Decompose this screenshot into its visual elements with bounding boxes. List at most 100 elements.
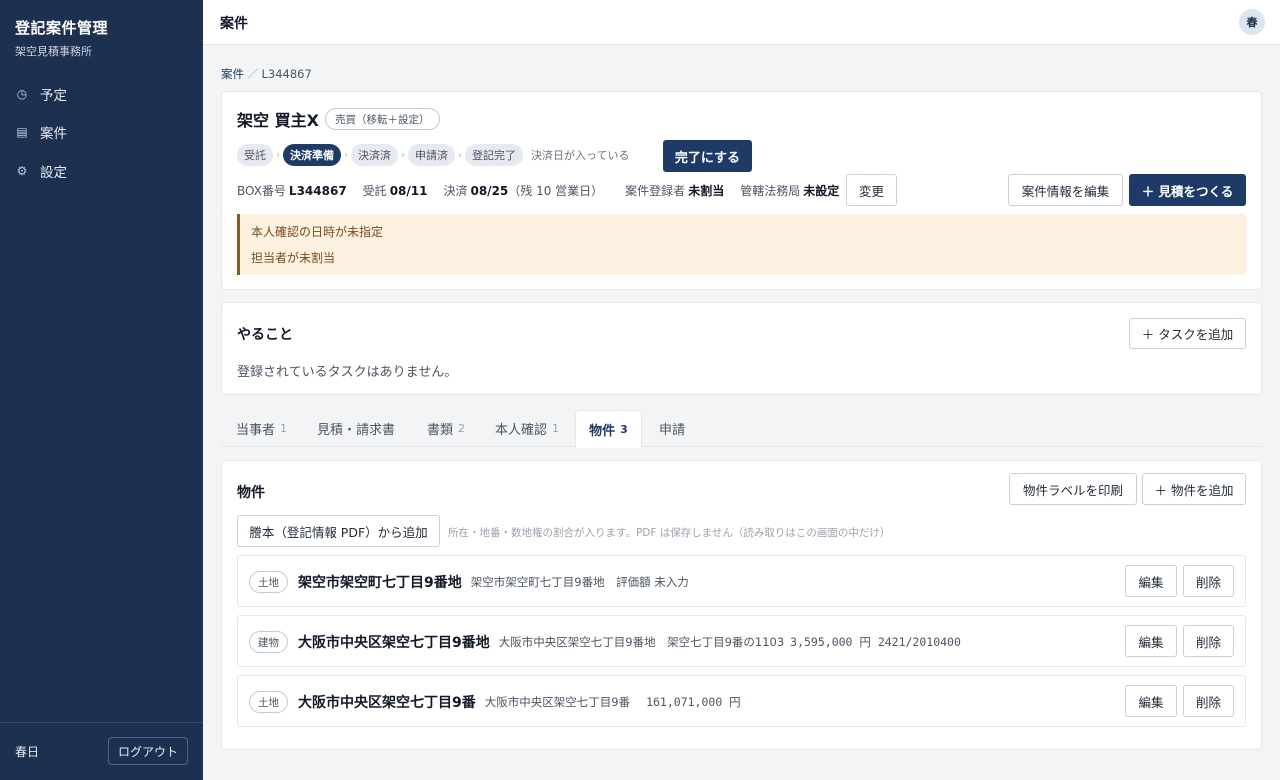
property-location: 大阪市中央区架空七丁目9番 — [298, 695, 476, 711]
edit-case-button[interactable]: 案件情報を編集 — [1008, 174, 1123, 206]
property-kind-badge: 土地 — [249, 571, 288, 593]
complete-button[interactable]: 完了にする — [663, 140, 752, 172]
add-from-pdf-button[interactable]: 謄本（登記情報 PDF）から追加 — [237, 515, 440, 547]
nav-item-settings[interactable]: ⚙ 設定 — [15, 159, 67, 183]
nav-label: 設定 — [40, 165, 67, 181]
box-value: L344867 — [288, 183, 347, 198]
tab-count: 1 — [552, 422, 560, 435]
case-header-card: 架空 買主X 売買（移転＋設定） 受託 › 決済準備 › 決済済 › 申請済 ›… — [221, 91, 1262, 290]
add-property-button[interactable]: ＋ 物件を追加 — [1142, 473, 1246, 505]
nav-item-cases[interactable]: ▤ 案件 — [15, 120, 67, 144]
tab-count: 1 — [280, 422, 288, 435]
properties-card: 物件 物件ラベルを印刷 ＋ 物件を追加 謄本（登記情報 PDF）から追加 所在・… — [221, 460, 1262, 750]
breadcrumb-current: L344867 — [261, 67, 312, 81]
step-separator-icon: › — [344, 149, 348, 161]
warning-alert: 本人確認の日時が未指定 担当者が未割当 — [237, 214, 1246, 275]
tab-count: 2 — [458, 422, 466, 435]
property-row: 土地 架空市架空町七丁目9番地 架空市架空町七丁目9番地 評価額 未入力 編集 … — [237, 555, 1246, 607]
step-applied: 申請済 — [408, 144, 455, 166]
print-label-button[interactable]: 物件ラベルを印刷 — [1009, 473, 1137, 505]
step-separator-icon: › — [401, 149, 405, 161]
registrant-label: 案件登録者 — [625, 184, 686, 198]
tab-label: 物件 — [589, 423, 616, 439]
step-registered: 登記完了 — [465, 144, 523, 166]
property-kind-badge: 土地 — [249, 691, 288, 713]
received-value: 08/11 — [389, 183, 428, 198]
step-separator-icon: › — [276, 149, 280, 161]
sidebar: 登記案件管理 架空見積事務所 ◷ 予定 ▤ 案件 ⚙ 設定 春日 ログアウト — [0, 0, 203, 780]
tab-documents[interactable]: 書類 2 — [427, 410, 465, 447]
edit-property-button[interactable]: 編集 — [1125, 685, 1177, 717]
tab-label: 申請 — [659, 423, 686, 438]
gear-icon: ⚙ — [16, 164, 28, 178]
tab-count: 3 — [620, 422, 628, 436]
tab-label: 本人確認 — [495, 423, 548, 438]
change-bureau-button[interactable]: 変更 — [846, 174, 897, 206]
step-received: 受託 — [237, 144, 273, 166]
tab-parties[interactable]: 当事者 1 — [236, 410, 287, 447]
delete-property-button[interactable]: 削除 — [1183, 565, 1234, 597]
case-type-badge: 売買（移転＋設定） — [325, 108, 440, 130]
properties-title: 物件 — [237, 485, 265, 501]
tab-estimates[interactable]: 見積・請求書 — [317, 410, 395, 447]
list-icon: ▤ — [16, 125, 28, 139]
property-location: 架空市架空町七丁目9番地 — [298, 575, 462, 591]
step-separator-icon: › — [458, 149, 462, 161]
received-label: 受託 — [362, 184, 387, 198]
bureau-value: 未設定 — [803, 184, 840, 198]
step-settled: 決済済 — [351, 144, 398, 166]
delete-property-button[interactable]: 削除 — [1183, 685, 1234, 717]
office-name: 架空見積事務所 — [15, 45, 92, 58]
step-settle-prep: 決済準備 — [283, 144, 341, 166]
property-kind-badge: 建物 — [249, 631, 288, 653]
tab-label: 書類 — [427, 423, 454, 438]
add-task-button[interactable]: ＋ タスクを追加 — [1129, 318, 1246, 349]
property-detail: 大阪市中央区架空七丁目9番地 架空七丁目9番の1103 — [498, 635, 785, 649]
case-meta: BOX番号 L344867 受託 08/11 決済 08/25 （残 10 営業日） 案… — [237, 182, 839, 199]
edit-property-button[interactable]: 編集 — [1125, 625, 1177, 657]
clock-icon: ◷ — [16, 87, 28, 101]
tab-label: 当事者 — [236, 423, 276, 438]
avatar[interactable]: 春 — [1239, 9, 1265, 35]
property-detail: 大阪市中央区架空七丁目9番 — [484, 695, 631, 709]
breadcrumb-separator: ／ — [247, 67, 259, 81]
logout-button[interactable]: ログアウト — [108, 737, 188, 765]
edit-property-button[interactable]: 編集 — [1125, 565, 1177, 597]
breadcrumb-parent-link[interactable]: 案件 — [221, 67, 244, 81]
nav-label: 予定 — [40, 88, 67, 104]
todo-empty-message: 登録されているタスクはありません。 — [237, 365, 458, 380]
registrant-value: 未割当 — [688, 184, 725, 198]
property-location: 大阪市中央区架空七丁目9番地 — [298, 635, 490, 651]
alert-message: 本人確認の日時が未指定 — [251, 225, 384, 239]
bureau-label: 管轄法務局 — [740, 184, 801, 198]
property-row: 土地 大阪市中央区架空七丁目9番 大阪市中央区架空七丁目9番 161,071,0… — [237, 675, 1246, 727]
settle-value: 08/25 — [470, 183, 509, 198]
breadcrumb: 案件／ L344867 — [221, 66, 312, 82]
user-name: 春日 — [15, 745, 40, 759]
tab-properties[interactable]: 物件 3 — [575, 410, 642, 448]
property-value: 161,071,000 円 — [646, 695, 741, 709]
status-steps: 受託 › 決済準備 › 決済済 › 申請済 › 登記完了 決済日が入っている — [237, 144, 629, 166]
tab-label: 見積・請求書 — [317, 423, 396, 438]
page-title: 案件 — [220, 16, 248, 32]
box-label: BOX番号 — [237, 184, 286, 198]
todo-title: やること — [237, 327, 293, 343]
settle-remaining: （残 10 営業日） — [508, 184, 604, 198]
settle-label: 決済 — [443, 184, 468, 198]
sidebar-divider — [0, 722, 203, 723]
topbar: 案件 春 — [203, 0, 1280, 45]
step-note: 決済日が入っている — [531, 149, 630, 162]
create-estimate-button[interactable]: ＋ 見積をつくる — [1129, 174, 1246, 206]
property-row: 建物 大阪市中央区架空七丁目9番地 大阪市中央区架空七丁目9番地 架空七丁目9番… — [237, 615, 1246, 667]
property-detail: 架空市架空町七丁目9番地 評価額 未入力 — [470, 575, 689, 589]
tab-identity[interactable]: 本人確認 1 — [495, 410, 559, 447]
alert-message: 担当者が未割当 — [251, 251, 336, 265]
tab-bar: 当事者 1 見積・請求書 書類 2 本人確認 1 物件 3 申請 — [221, 410, 1262, 448]
nav-item-schedule[interactable]: ◷ 予定 — [15, 82, 67, 106]
tab-application[interactable]: 申請 — [659, 410, 685, 447]
case-name: 架空 買主X — [237, 111, 319, 130]
property-value: 3,595,000 円 2421/2010400 — [790, 635, 961, 649]
app-title: 登記案件管理 — [15, 19, 109, 37]
nav-label: 案件 — [40, 126, 67, 142]
delete-property-button[interactable]: 削除 — [1183, 625, 1234, 657]
